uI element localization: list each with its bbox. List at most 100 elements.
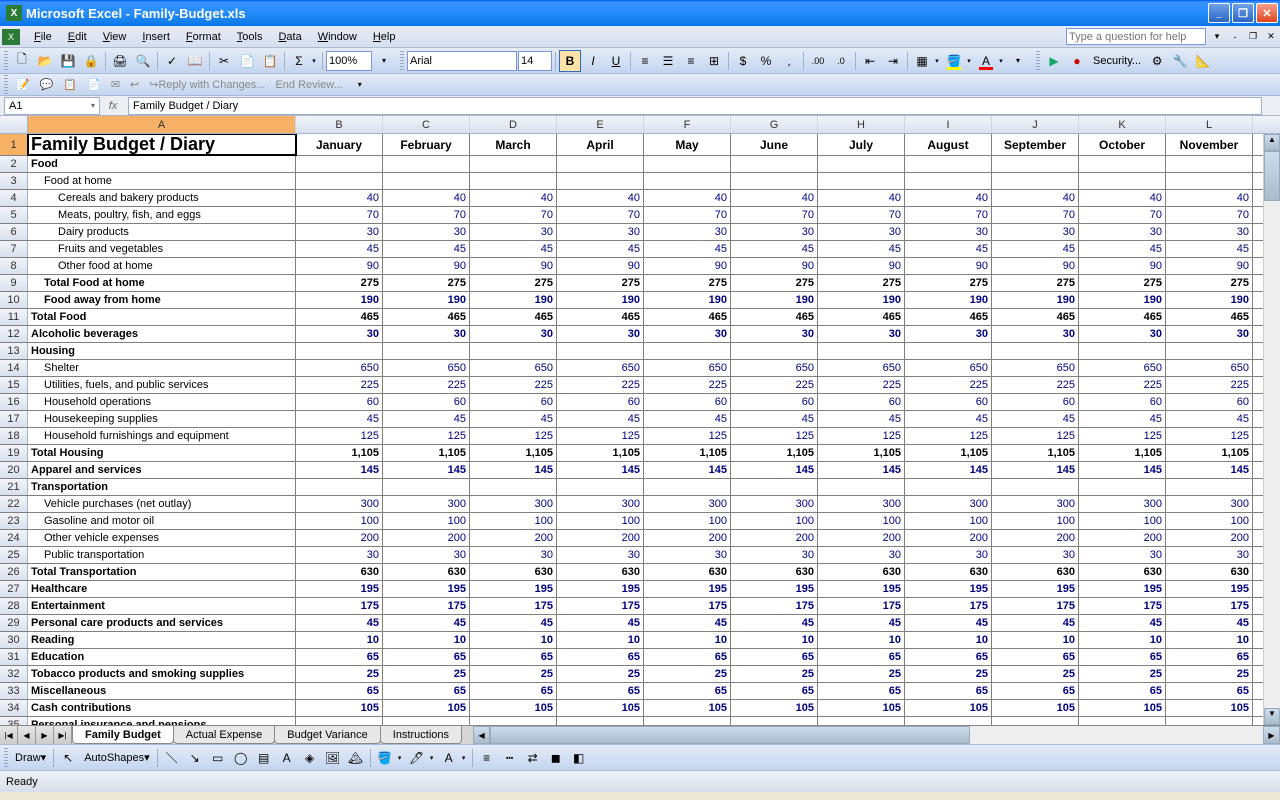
cell-value[interactable]	[818, 173, 905, 189]
cell-value[interactable]: 90	[557, 258, 644, 274]
cell-value[interactable]: 145	[992, 462, 1079, 478]
cell-value[interactable]: 60	[1166, 394, 1253, 410]
bold-button[interactable]: B	[559, 50, 581, 72]
fx-icon[interactable]: fx	[100, 100, 126, 112]
security-button[interactable]: Security...	[1089, 55, 1145, 67]
workbook-icon[interactable]: X	[2, 29, 20, 45]
row-header[interactable]: 4	[0, 190, 28, 206]
menu-edit[interactable]: Edit	[60, 29, 95, 45]
cell-value[interactable]: 190	[818, 292, 905, 308]
review-handle[interactable]	[4, 75, 8, 95]
cell-label[interactable]: Total Housing	[28, 445, 296, 461]
cell-value[interactable]: 275	[992, 275, 1079, 291]
col-header-K[interactable]: K	[1079, 116, 1166, 133]
cell-value[interactable]: 465	[905, 309, 992, 325]
cell-value[interactable]: 225	[557, 377, 644, 393]
col-header-B[interactable]: B	[296, 116, 383, 133]
cell-value[interactable]: 30	[296, 224, 383, 240]
cell-value[interactable]: 145	[557, 462, 644, 478]
end-review-button[interactable]: End Review...	[271, 76, 346, 94]
arrow-icon[interactable]: ↘	[184, 747, 206, 769]
menu-format[interactable]: Format	[178, 29, 229, 45]
cell-value[interactable]	[383, 156, 470, 172]
doc-close-button[interactable]: ✕	[1264, 30, 1278, 44]
help-dropdown-icon[interactable]: ▾	[1210, 30, 1224, 44]
cell-value[interactable]: 225	[296, 377, 383, 393]
cell-label[interactable]: Education	[28, 649, 296, 665]
cell-value[interactable]	[296, 479, 383, 495]
cell-value[interactable]: 65	[905, 683, 992, 699]
cell-value[interactable]: 40	[731, 190, 818, 206]
cell-value[interactable]: 60	[731, 394, 818, 410]
cell-value[interactable]: 630	[470, 564, 557, 580]
cell-value[interactable]	[1166, 173, 1253, 189]
cell-value[interactable]	[296, 173, 383, 189]
fill-color-draw-icon[interactable]: 🪣	[374, 747, 396, 769]
cell-value[interactable]	[296, 156, 383, 172]
save-icon[interactable]: 💾	[57, 50, 79, 72]
row-header[interactable]: 11	[0, 309, 28, 325]
cell-value[interactable]: 65	[905, 649, 992, 665]
cell-value[interactable]: 45	[470, 615, 557, 631]
cell-value[interactable]: 275	[557, 275, 644, 291]
next-sheet-icon[interactable]: ▶	[36, 726, 54, 744]
cell-value[interactable]: 175	[731, 598, 818, 614]
cell-value[interactable]: 60	[383, 394, 470, 410]
cell-value[interactable]: 45	[470, 241, 557, 257]
cell-month-header[interactable]: July	[818, 134, 905, 155]
autoshapes-menu[interactable]: AutoShapes ▾	[80, 751, 153, 764]
cell-value[interactable]: 10	[470, 632, 557, 648]
cell-value[interactable]: 175	[383, 598, 470, 614]
cell-value[interactable]: 10	[1079, 632, 1166, 648]
col-header-I[interactable]: I	[905, 116, 992, 133]
cell-label[interactable]: Personal insurance and pensions	[28, 717, 296, 725]
cell-label[interactable]: Other food at home	[28, 258, 296, 274]
line-icon[interactable]: ＼	[161, 747, 183, 769]
cell-value[interactable]: 650	[644, 360, 731, 376]
cell-value[interactable]: 225	[383, 377, 470, 393]
cell-value[interactable]: 465	[296, 309, 383, 325]
help-search-input[interactable]	[1066, 28, 1206, 45]
cell-value[interactable]: 45	[1166, 615, 1253, 631]
cell-value[interactable]	[992, 156, 1079, 172]
cell-value[interactable]: 65	[557, 649, 644, 665]
cell-value[interactable]: 225	[1166, 377, 1253, 393]
cell-value[interactable]: 1,105	[557, 445, 644, 461]
cell-value[interactable]: 65	[557, 683, 644, 699]
cell-value[interactable]: 45	[905, 411, 992, 427]
cell-value[interactable]	[1166, 156, 1253, 172]
draw-handle[interactable]	[4, 748, 8, 768]
row-header[interactable]: 31	[0, 649, 28, 665]
cell-value[interactable]: 45	[470, 411, 557, 427]
menu-data[interactable]: Data	[270, 29, 309, 45]
cell-value[interactable]: 25	[470, 666, 557, 682]
cell-label[interactable]: Gasoline and motor oil	[28, 513, 296, 529]
cell-value[interactable]: 175	[296, 598, 383, 614]
cell-value[interactable]: 40	[296, 190, 383, 206]
cell-label[interactable]: Family Budget / Diary	[28, 134, 296, 155]
cell-value[interactable]	[1166, 479, 1253, 495]
row-header[interactable]: 33	[0, 683, 28, 699]
cell-value[interactable]: 45	[1079, 411, 1166, 427]
cell-value[interactable]: 275	[1079, 275, 1166, 291]
cell-value[interactable]	[1079, 717, 1166, 725]
col-header-D[interactable]: D	[470, 116, 557, 133]
cell-value[interactable]	[731, 717, 818, 725]
align-center-icon[interactable]: ☰	[657, 50, 679, 72]
cell-value[interactable]: 1,105	[1166, 445, 1253, 461]
vertical-scrollbar[interactable]: ▲ ▼	[1263, 134, 1280, 725]
shadow-icon[interactable]: ◼	[545, 747, 567, 769]
cell-value[interactable]: 650	[818, 360, 905, 376]
cell-value[interactable]	[383, 479, 470, 495]
open-icon[interactable]: 📂	[34, 50, 56, 72]
cell-label[interactable]: Total Transportation	[28, 564, 296, 580]
row-header[interactable]: 25	[0, 547, 28, 563]
cell-value[interactable]: 1,105	[383, 445, 470, 461]
cell-month-header[interactable]: February	[383, 134, 470, 155]
cell-label[interactable]: Fruits and vegetables	[28, 241, 296, 257]
cell-value[interactable]	[992, 717, 1079, 725]
row-header[interactable]: 15	[0, 377, 28, 393]
cell-label[interactable]: Household furnishings and equipment	[28, 428, 296, 444]
row-header[interactable]: 21	[0, 479, 28, 495]
cell-value[interactable]: 630	[992, 564, 1079, 580]
